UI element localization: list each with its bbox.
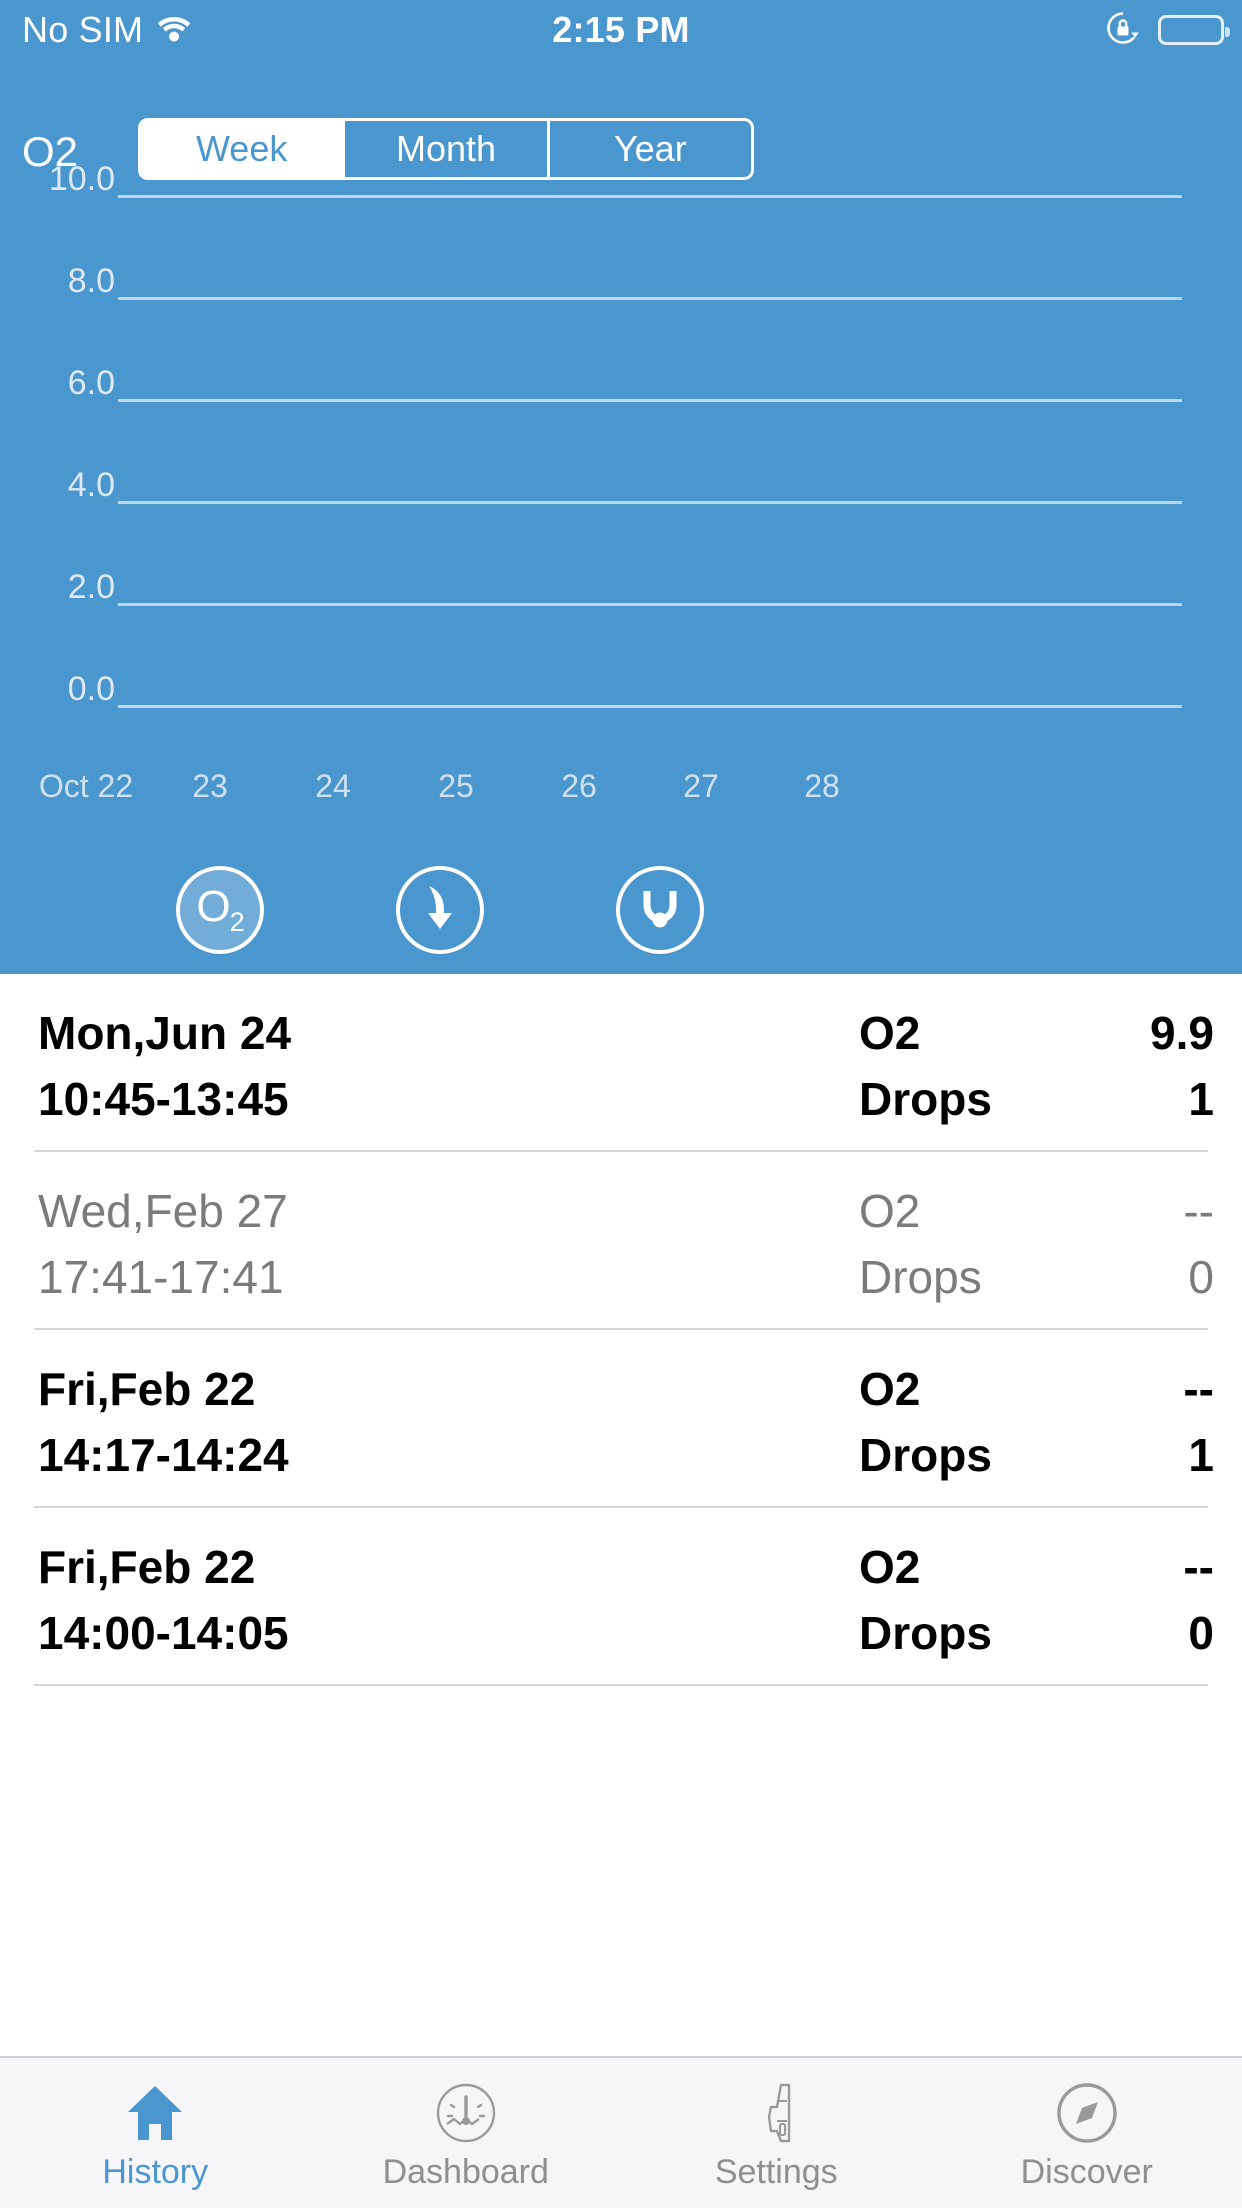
row-metric2-label: Drops [859, 1244, 1069, 1310]
segment-week[interactable]: Week [141, 121, 345, 177]
row-metric-values: 9.9 1 [1074, 1000, 1214, 1132]
table-row[interactable]: Wed,Feb 27 17:41-17:41 O2 Drops -- 0 [34, 1152, 1208, 1330]
row-metric1-label: O2 [859, 1356, 1069, 1422]
segment-month[interactable]: Month [345, 121, 549, 177]
drops-metric-button[interactable] [396, 866, 484, 954]
history-list: Mon,Jun 24 10:45-13:45 O2 Drops 9.9 1 We… [0, 974, 1242, 1686]
y-axis-tick: 4.0 [68, 468, 115, 502]
row-metric-values: -- 0 [1074, 1534, 1214, 1666]
gridline [118, 195, 1182, 198]
device-icon [740, 2077, 812, 2149]
gridline [118, 603, 1182, 606]
compass-icon [1051, 2077, 1123, 2149]
row-date: Fri,Feb 22 [38, 1356, 558, 1422]
row-metric-values: -- 1 [1074, 1356, 1214, 1488]
row-date: Wed,Feb 27 [38, 1178, 558, 1244]
rotation-lock-icon [1104, 9, 1142, 52]
row-metric-labels: O2 Drops [859, 1534, 1069, 1666]
row-date-column: Wed,Feb 27 17:41-17:41 [38, 1178, 558, 1310]
row-metric2-value: 0 [1074, 1244, 1214, 1310]
chart-panel: No SIM 2:15 PM [0, 0, 1242, 974]
x-axis-tick: 28 [804, 770, 840, 802]
table-row[interactable]: Fri,Feb 22 14:17-14:24 O2 Drops -- 1 [34, 1330, 1208, 1508]
row-metric-values: -- 0 [1074, 1178, 1214, 1310]
row-metric1-label: O2 [859, 1178, 1069, 1244]
o2-metric-button[interactable]: O2 [176, 866, 264, 954]
gauge-icon [430, 2077, 502, 2149]
row-date-column: Fri,Feb 22 14:00-14:05 [38, 1534, 558, 1666]
status-bar-right [1104, 0, 1224, 60]
status-bar-center: 2:15 PM [0, 0, 1242, 60]
row-time-range: 14:17-14:24 [38, 1422, 558, 1488]
gridline [118, 501, 1182, 504]
y-axis-tick: 2.0 [68, 570, 115, 604]
row-date-column: Mon,Jun 24 10:45-13:45 [38, 1000, 558, 1132]
gridline [118, 297, 1182, 300]
row-metric1-label: O2 [859, 1534, 1069, 1600]
row-metric2-label: Drops [859, 1600, 1069, 1666]
row-metric2-label: Drops [859, 1422, 1069, 1488]
tab-discover-label: Discover [1021, 2155, 1153, 2189]
row-time-range: 17:41-17:41 [38, 1244, 558, 1310]
x-axis-tick: 27 [683, 770, 719, 802]
y-axis-tick: 8.0 [68, 264, 115, 298]
x-axis-tick: 23 [192, 770, 228, 802]
metric-toggle-row: O2 [0, 866, 1242, 962]
tab-history[interactable]: History [0, 2058, 311, 2208]
row-metric-labels: O2 Drops [859, 1000, 1069, 1132]
tab-settings[interactable]: Settings [621, 2058, 932, 2208]
table-row[interactable]: Fri,Feb 22 14:00-14:05 O2 Drops -- 0 [34, 1508, 1208, 1686]
segment-year[interactable]: Year [550, 121, 751, 177]
row-date: Fri,Feb 22 [38, 1534, 558, 1600]
app-root: No SIM 2:15 PM [0, 0, 1242, 2208]
y-axis-tick: 6.0 [68, 366, 115, 400]
y-axis-tick: 10.0 [49, 162, 115, 196]
home-icon [119, 2077, 191, 2149]
tab-dashboard[interactable]: Dashboard [311, 2058, 622, 2208]
x-axis-tick: 24 [315, 770, 351, 802]
battery-icon [1158, 15, 1224, 45]
y-axis-tick: 0.0 [68, 672, 115, 706]
clock-label: 2:15 PM [552, 9, 689, 51]
row-metric1-value: 9.9 [1074, 1000, 1214, 1066]
row-metric2-value: 1 [1074, 1066, 1214, 1132]
row-metric1-label: O2 [859, 1000, 1069, 1066]
range-segmented-control[interactable]: Week Month Year [138, 118, 754, 180]
row-metric2-value: 0 [1074, 1600, 1214, 1666]
cannula-metric-button[interactable] [616, 866, 704, 954]
table-row[interactable]: Mon,Jun 24 10:45-13:45 O2 Drops 9.9 1 [34, 974, 1208, 1152]
x-axis: Oct 22 23 24 25 26 27 28 [0, 770, 1242, 820]
row-metric-labels: O2 Drops [859, 1178, 1069, 1310]
row-time-range: 14:00-14:05 [38, 1600, 558, 1666]
tab-discover[interactable]: Discover [932, 2058, 1242, 2208]
row-metric1-value: -- [1074, 1534, 1214, 1600]
cannula-icon [634, 882, 686, 939]
row-metric1-value: -- [1074, 1356, 1214, 1422]
gridline [118, 399, 1182, 402]
row-metric2-label: Drops [859, 1066, 1069, 1132]
x-axis-tick: 25 [438, 770, 474, 802]
row-metric1-value: -- [1074, 1178, 1214, 1244]
x-axis-tick: Oct 22 [39, 770, 133, 802]
x-axis-tick: 26 [561, 770, 597, 802]
gridline [118, 705, 1182, 708]
row-date-column: Fri,Feb 22 14:17-14:24 [38, 1356, 558, 1488]
o2-icon: O2 [196, 885, 243, 936]
row-time-range: 10:45-13:45 [38, 1066, 558, 1132]
status-bar: No SIM 2:15 PM [0, 0, 1242, 60]
row-date: Mon,Jun 24 [38, 1000, 558, 1066]
tab-settings-label: Settings [715, 2155, 838, 2189]
drop-arrow-icon [415, 881, 465, 940]
o2-chart: 10.0 8.0 6.0 4.0 2.0 0.0 [0, 196, 1242, 616]
tab-dashboard-label: Dashboard [383, 2155, 549, 2189]
row-metric-labels: O2 Drops [859, 1356, 1069, 1488]
tab-bar: History Dashboard [0, 2056, 1242, 2208]
tab-history-label: History [102, 2155, 208, 2189]
row-metric2-value: 1 [1074, 1422, 1214, 1488]
